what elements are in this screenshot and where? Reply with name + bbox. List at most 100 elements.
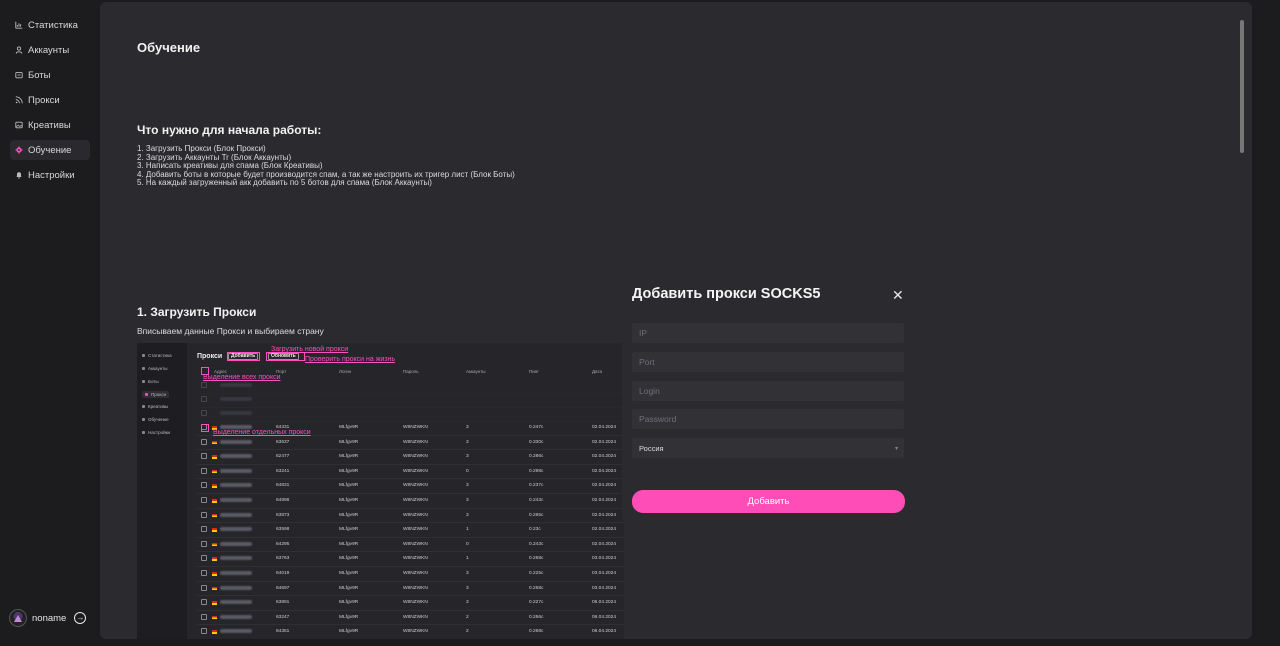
table-cell-pass: W8NZWKN <box>403 571 428 576</box>
blurred-address <box>220 614 252 619</box>
annotation-upload-new: Загрузить новой прокси <box>271 346 349 353</box>
table-row: 63763 MLfgv9R W8NZWKN 1 0.258c 03.04.2024 <box>197 552 624 567</box>
table-cell-login: MLfgv9R <box>339 468 359 474</box>
table-cell-login: MLfgv9R <box>339 614 359 620</box>
flag-icon <box>212 630 217 634</box>
country-value: Россия <box>639 443 664 453</box>
table-cell-port: 62477 <box>276 454 290 460</box>
logout-icon[interactable]: → <box>74 612 87 624</box>
table-cell-login: MLfgv9R <box>339 571 359 576</box>
flag-icon <box>212 586 217 591</box>
password-input[interactable] <box>632 409 904 429</box>
login-input[interactable] <box>632 381 904 401</box>
sidebar-item-accounts[interactable]: Аккаунты <box>10 40 90 60</box>
table-row: 63247 MLfgv9R W8NZWKN 2 0.256c 06.04.2024 <box>197 611 624 626</box>
row-checkbox <box>201 438 207 445</box>
row-checkbox <box>201 482 207 489</box>
flag-icon <box>212 601 217 605</box>
annotation-box <box>227 352 260 361</box>
table-cell-ping: 0.268c <box>529 629 544 635</box>
annotation-box <box>201 424 209 432</box>
section-heading-proxy: 1. Загрузить Прокси <box>137 305 257 319</box>
close-icon[interactable]: ✕ <box>892 287 904 304</box>
sidebar-item-label: Аккаунты <box>28 44 70 56</box>
flag-icon <box>212 513 217 518</box>
blurred-address <box>220 439 252 444</box>
table-row: 63891 MLfgv9R W8NZWKN 3 0.227c 06.04.2024 <box>197 596 624 611</box>
sidebar-item-settings[interactable]: Настройки <box>10 165 90 185</box>
table-cell-login: MLfgv9R <box>339 498 359 503</box>
ip-input[interactable] <box>632 323 904 343</box>
user-profile[interactable]: noname → <box>9 609 87 627</box>
sidebar-item-statistics[interactable]: Статистика <box>10 15 90 35</box>
table-cell-pass: W8NZWKN <box>403 468 428 474</box>
sidebar-item-label: Настройки <box>28 169 75 181</box>
table-row <box>197 379 624 394</box>
table-cell-port: 63873 <box>276 512 290 518</box>
table-cell-acc: 0 <box>466 468 469 474</box>
blurred-address <box>220 556 252 561</box>
sidebar-item-bots[interactable]: Боты <box>10 65 90 85</box>
row-checkbox <box>201 497 207 503</box>
blurred-address <box>220 498 252 502</box>
table-cell-pass: W8NZWKN <box>403 541 428 547</box>
table-cell-acc: 3 <box>466 425 469 430</box>
add-proxy-button[interactable]: Добавить <box>632 490 905 513</box>
table-cell-login: MLfgv9R <box>339 512 359 518</box>
step-item: 5. На каждый загруженный акк добавить по… <box>137 178 432 188</box>
table-cell-port: 64697 <box>276 585 290 591</box>
table-cell-date: 06.04.2024 <box>592 600 617 606</box>
row-checkbox <box>201 570 207 576</box>
scrollbar[interactable] <box>1240 20 1244 153</box>
table-cell-pass: W8NZWKN <box>403 629 428 635</box>
steps-list: 1. Загрузить Прокси (Блок Прокси) 2. Заг… <box>137 144 515 188</box>
blurred-address <box>220 571 252 575</box>
table-cell-login: MLfgv9R <box>339 439 359 445</box>
table-row: 64351 MLfgv9R W8NZWKN 2 0.268c 06.04.2024 <box>197 625 624 639</box>
country-select[interactable]: Россия ▾ <box>632 438 904 458</box>
rss-icon <box>15 96 23 104</box>
table-row <box>197 393 624 408</box>
blurred-address <box>220 483 252 488</box>
table-cell-acc: 2 <box>466 614 469 620</box>
table-row: 63873 MLfgv9R W8NZWKN 3 0.265c 02.04.2024 <box>197 509 624 524</box>
blurred-address <box>220 600 252 605</box>
table-cell-acc: 1 <box>466 527 469 533</box>
screenshot-nav-item: Обучение <box>142 417 169 422</box>
blurred-address <box>220 541 252 546</box>
sidebar-item-label: Обучение <box>28 144 72 156</box>
sidebar-item-training[interactable]: Обучение <box>10 140 90 160</box>
column-header: Дата <box>592 369 602 374</box>
table-cell-ping: 0.237c <box>529 483 544 489</box>
flag-icon <box>212 572 217 576</box>
table-cell-ping: 0.225c <box>529 571 544 576</box>
modal-title: Добавить прокси SOCKS5 <box>632 286 821 302</box>
table-cell-date: 06.04.2024 <box>592 629 617 635</box>
table-row: 63241 MLfgv9R W8NZWKN 0 0.298c 02.04.2024 <box>197 465 624 480</box>
annotation-check-proxy: Проверить прокси на жизнь <box>305 356 396 363</box>
screenshot-nav-item: Прокси <box>142 391 170 398</box>
row-checkbox <box>201 628 207 635</box>
chevron-down-icon: ▾ <box>894 445 898 452</box>
bot-icon <box>15 71 23 79</box>
table-cell-date: 03.04.2024 <box>592 585 617 591</box>
section-description: Вписываем данные Прокси и выбираем стран… <box>137 326 324 336</box>
table-cell-login: MLfgv9R <box>339 600 359 606</box>
port-input[interactable] <box>632 352 904 372</box>
table-cell-acc: 3 <box>466 439 469 445</box>
flag-icon <box>212 499 217 503</box>
sidebar-item-proxy[interactable]: Прокси <box>10 90 90 110</box>
sidebar-item-creatives[interactable]: Креативы <box>10 115 90 135</box>
row-checkbox <box>201 555 207 562</box>
table-cell-login: MLfgv9R <box>339 585 359 591</box>
table-cell-pass: W8NZWKN <box>403 512 428 518</box>
gear-icon <box>15 146 23 154</box>
table-cell-login: MLfgv9R <box>339 556 359 562</box>
table-cell-date: 02.04.2024 <box>592 512 617 518</box>
table-cell-date: 02.04.2024 <box>592 439 617 445</box>
table-cell-port: 63891 <box>276 600 290 606</box>
row-checkbox <box>201 526 207 533</box>
table-row: 63637 MLfgv9R W8NZWKN 3 0.330c 02.04.2024 <box>197 436 624 451</box>
row-checkbox <box>201 540 207 547</box>
flag-icon <box>212 455 217 459</box>
